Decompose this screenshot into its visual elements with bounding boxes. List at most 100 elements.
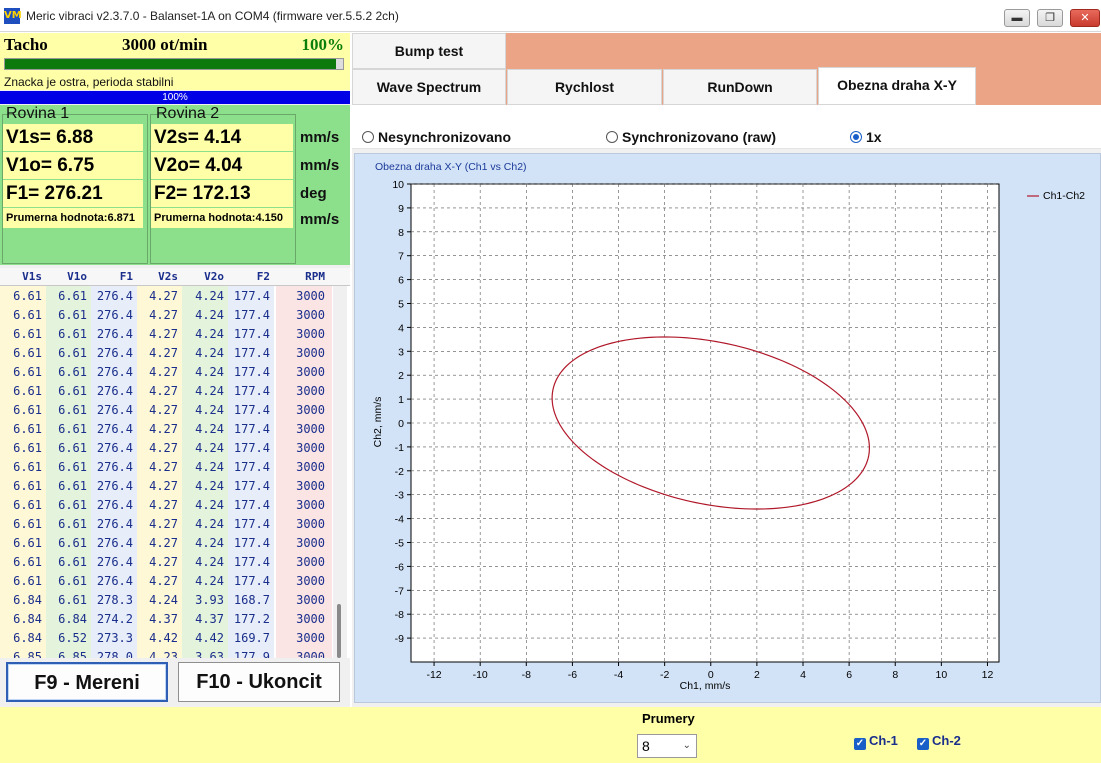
table-row[interactable]: 6.61 6.61 276.4 4.27 4.24 177.4 3000 (0, 515, 350, 534)
table-cell: 6.61 (58, 384, 87, 398)
table-row[interactable]: 6.61 6.61 276.4 4.27 4.24 177.4 3000 (0, 344, 350, 363)
plane1-average: Prumerna hodnota:6.871 (3, 208, 143, 228)
radio-1x[interactable]: 1x (850, 129, 882, 145)
scrollbar-thumb[interactable] (337, 604, 341, 658)
orbit-chart: -12 -10 -8 -6 -4 -2 0 2 4 6 8 10 12-9-8-7-6-5-4-3-2-… (372, 161, 1085, 692)
table-row[interactable]: 6.61 6.61 276.4 4.27 4.24 177.4 3000 (0, 306, 350, 325)
table-row[interactable]: 6.61 6.61 276.4 4.27 4.24 177.4 3000 (0, 325, 350, 344)
table-cell: 6.61 (58, 498, 87, 512)
table-row[interactable]: 6.61 6.61 276.4 4.27 4.24 177.4 3000 (0, 401, 350, 420)
table-cell: 3000 (296, 422, 325, 436)
table-row[interactable]: 6.61 6.61 276.4 4.27 4.24 177.4 3000 (0, 420, 350, 439)
tacho-label: Tacho (4, 35, 48, 54)
table-cell: 4.24 (195, 441, 224, 455)
table-row[interactable]: 6.61 6.61 276.4 4.27 4.24 177.4 3000 (0, 382, 350, 401)
checkbox-ch1[interactable]: ✓ Ch-1 (854, 733, 898, 750)
table-cell: 4.24 (195, 536, 224, 550)
close-button[interactable]: ✕ (1070, 9, 1100, 27)
table-cell: 3000 (296, 384, 325, 398)
table-row[interactable]: 6.61 6.61 276.4 4.27 4.24 177.4 3000 (0, 534, 350, 553)
table-row[interactable]: 6.61 6.61 276.4 4.27 4.24 177.4 3000 (0, 572, 350, 591)
right-panel: Bump test Wave Spectrum Rychlost RunDown… (352, 33, 1101, 707)
tab-bump-test[interactable]: Bump test (352, 33, 506, 69)
table-cell: 3000 (296, 536, 325, 550)
column-header: V1o (67, 270, 87, 283)
unit-f: deg (300, 185, 327, 202)
table-cell: 276.4 (96, 517, 133, 531)
table-cell: 6.61 (58, 517, 87, 531)
table-cell: 177.4 (233, 555, 270, 569)
table-cell: 276.4 (96, 441, 133, 455)
column-header: V2s (158, 270, 178, 283)
table-cell: 4.27 (149, 441, 178, 455)
table-cell: 4.24 (149, 593, 178, 607)
table-row[interactable]: 6.85 6.85 278.0 4.23 3.63 177.9 3000 (0, 648, 350, 658)
checkbox-ch1-box[interactable]: ✓ (854, 738, 866, 750)
sync-progress-bar: 100% (0, 91, 350, 104)
table-cell: 276.4 (96, 536, 133, 550)
table-row[interactable]: 6.61 6.61 276.4 4.27 4.24 177.4 3000 (0, 553, 350, 572)
table-cell: 276.4 (96, 289, 133, 303)
finish-button[interactable]: F10 - Ukoncit (178, 662, 340, 702)
window-title: Meric vibraci v2.3.7.0 - Balanset-1A on … (26, 9, 399, 23)
unit-avg: mm/s (300, 211, 340, 228)
table-cell: 4.27 (149, 384, 178, 398)
radio-sync-raw-circle[interactable] (606, 131, 618, 143)
table-row[interactable]: 6.84 6.84 274.2 4.37 4.37 177.2 3000 (0, 610, 350, 629)
table-cell: 6.61 (13, 536, 42, 550)
plane2-f-value: F2= 172.13 (151, 180, 293, 207)
table-scrollbar[interactable] (333, 286, 347, 658)
maximize-button[interactable]: ❐ (1037, 9, 1063, 27)
tacho-panel: Tacho 3000 ot/min 100% Znacka je ostra, … (0, 33, 350, 90)
table-cell: 6.61 (13, 422, 42, 436)
radio-sync-raw[interactable]: Synchronizovano (raw) (606, 129, 776, 145)
table-row[interactable]: 6.61 6.61 276.4 4.27 4.24 177.4 3000 (0, 496, 350, 515)
table-row[interactable]: 6.84 6.52 273.3 4.42 4.42 169.7 3000 (0, 629, 350, 648)
radio-1x-circle[interactable] (850, 131, 862, 143)
table-row[interactable]: 6.84 6.61 278.3 4.24 3.93 168.7 3000 (0, 591, 350, 610)
y-tick-label: -4 (395, 514, 404, 526)
table-row[interactable]: 6.61 6.61 276.4 4.27 4.24 177.4 3000 (0, 477, 350, 496)
table-cell: 4.24 (195, 422, 224, 436)
y-tick-label: 6 (398, 275, 404, 287)
table-cell: 4.37 (195, 612, 224, 626)
y-tick-label: 8 (398, 227, 404, 239)
radio-unsync[interactable]: Nesynchronizovano (362, 129, 511, 145)
radio-unsync-circle[interactable] (362, 131, 374, 143)
tab-speed[interactable]: Rychlost (507, 69, 662, 105)
table-cell: 6.61 (13, 479, 42, 493)
table-cell: 177.4 (233, 289, 270, 303)
table-cell: 4.42 (149, 631, 178, 645)
y-tick-label: 3 (398, 346, 404, 358)
table-cell: 276.4 (96, 555, 133, 569)
table-cell: 177.9 (233, 650, 270, 658)
tab-rundown[interactable]: RunDown (663, 69, 817, 105)
tab-wave-spectrum[interactable]: Wave Spectrum (352, 69, 506, 105)
table-cell: 4.27 (149, 365, 178, 379)
y-tick-label: -9 (395, 633, 404, 645)
x-tick-label: -12 (426, 669, 441, 681)
table-row[interactable]: 6.61 6.61 276.4 4.27 4.24 177.4 3000 (0, 287, 350, 306)
table-cell: 6.61 (58, 593, 87, 607)
plane2-title: Rovina 2 (156, 105, 220, 122)
chevron-down-icon[interactable]: ⌄ (683, 735, 691, 757)
averages-select[interactable]: 8 ⌄ (637, 734, 697, 758)
minimize-button[interactable]: ▬ (1004, 9, 1030, 27)
table-cell: 6.61 (58, 536, 87, 550)
table-cell: 177.4 (233, 346, 270, 360)
table-cell: 168.7 (233, 593, 270, 607)
table-row[interactable]: 6.61 6.61 276.4 4.27 4.24 177.4 3000 (0, 439, 350, 458)
table-cell: 4.27 (149, 460, 178, 474)
measure-button[interactable]: F9 - Mereni (6, 662, 168, 702)
table-cell: 276.4 (96, 460, 133, 474)
table-cell: 6.61 (13, 365, 42, 379)
table-cell: 6.61 (58, 308, 87, 322)
checkbox-ch2-box[interactable]: ✓ (917, 738, 929, 750)
checkbox-ch2[interactable]: ✓ Ch-2 (917, 733, 961, 750)
table-row[interactable]: 6.61 6.61 276.4 4.27 4.24 177.4 3000 (0, 363, 350, 382)
tab-orbit-xy[interactable]: Obezna draha X-Y (818, 67, 976, 105)
table-cell: 3000 (296, 365, 325, 379)
y-tick-label: -1 (395, 442, 404, 454)
tacho-progress-bar (4, 58, 344, 70)
table-row[interactable]: 6.61 6.61 276.4 4.27 4.24 177.4 3000 (0, 458, 350, 477)
